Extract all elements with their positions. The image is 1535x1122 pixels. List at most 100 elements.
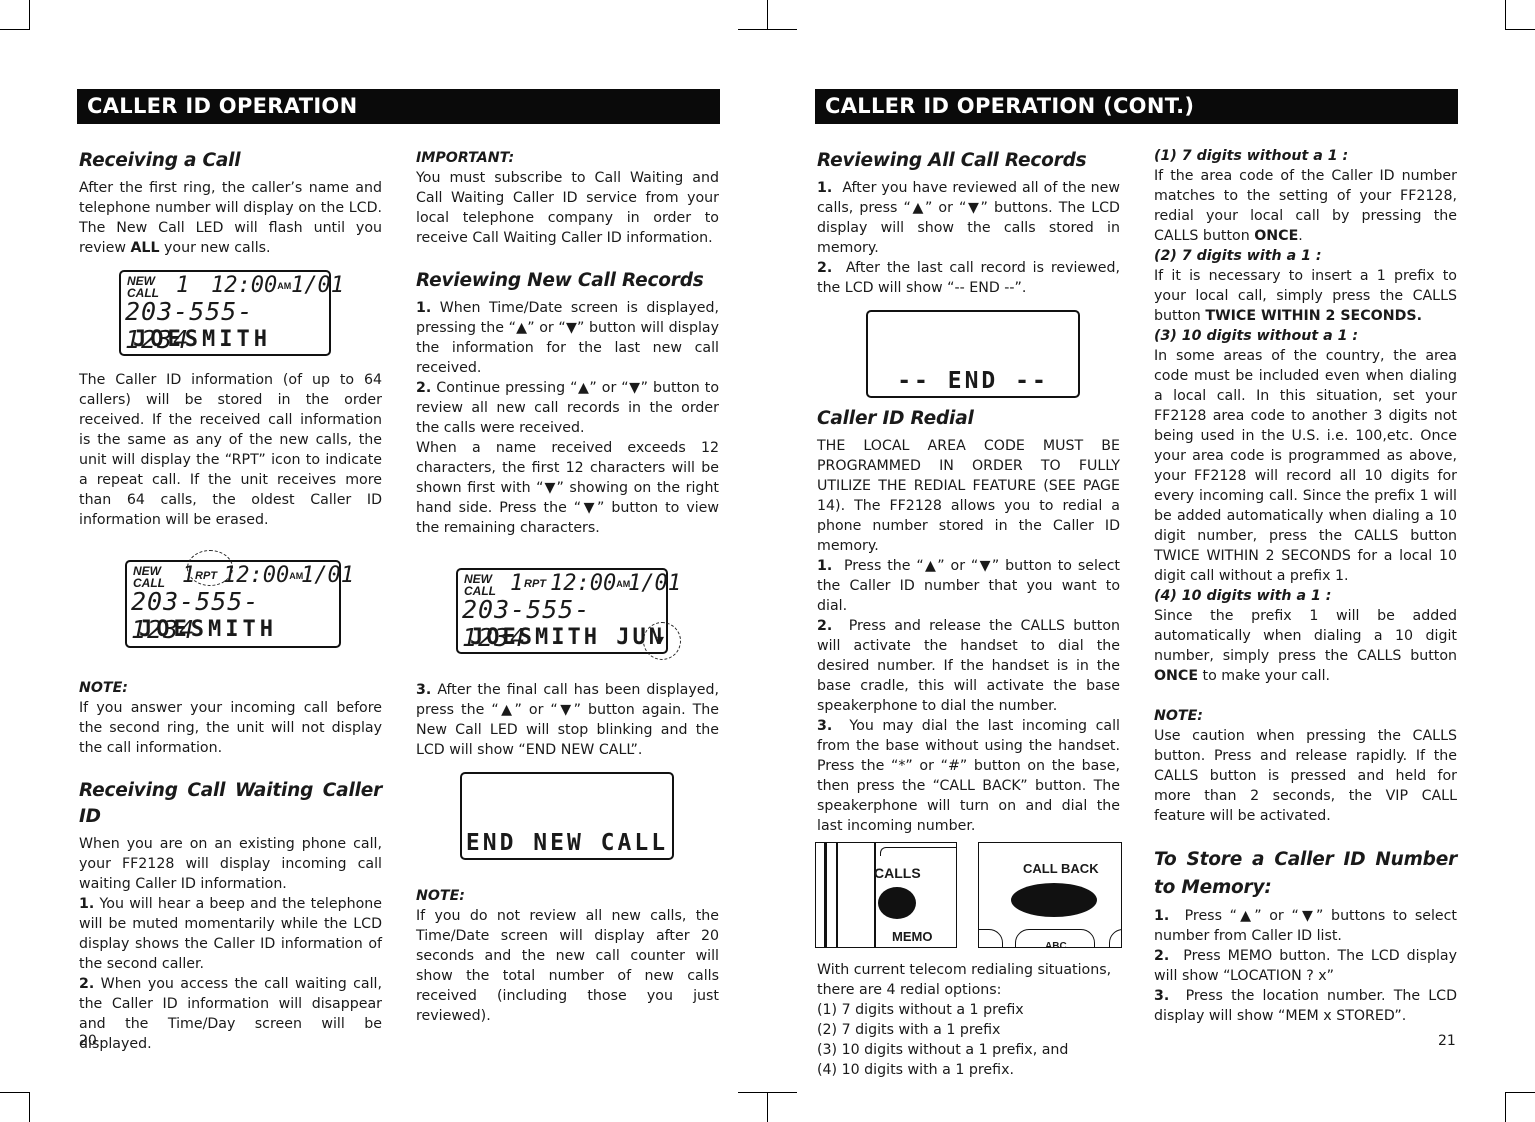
new-call-indicator: NEW CALL [133, 564, 165, 590]
heading-store-to-memory: To Store a Caller ID Number to Memory: [1154, 849, 1457, 898]
heading-receiving-call: Receiving a Call [79, 150, 241, 171]
call-count: 1 [176, 273, 190, 298]
note-label: NOTE: [1154, 708, 1203, 724]
step-number: 2. [79, 976, 95, 992]
crop-mark [738, 29, 797, 30]
redial-option: (2) 7 digits with a 1 prefix [817, 1022, 1001, 1038]
text: your new calls. [159, 240, 271, 256]
bold-text: ALL [130, 240, 160, 256]
note-label: NOTE: [416, 888, 465, 904]
calls-button-photo: CALLS MEMO [815, 842, 957, 948]
lcd-time: 12:00AM [550, 571, 631, 596]
call-back-button-icon [1011, 883, 1097, 917]
step: 1. Press “▲” or “▼” buttons to select nu… [1154, 908, 1457, 944]
option-label: (2) 7 digits with a 1 : [1154, 248, 1322, 264]
step: 2. Press and release the CALLS button wi… [817, 618, 1120, 714]
column-2: IMPORTANT: You must subscribe to Call Wa… [416, 148, 719, 1026]
lcd-caller-name: JOESMITH [133, 327, 271, 352]
lcd-display-end: -- END -- [866, 310, 1080, 398]
crop-mark [0, 29, 30, 30]
heading-call-waiting: Receiving Call Waiting Caller ID [79, 780, 382, 827]
option-label: (1) 7 digits without a 1 : [1154, 148, 1349, 164]
paragraph: After the first ring, the caller’s name … [79, 178, 382, 258]
lcd-time: 12:00AM [211, 273, 292, 298]
column-3: Reviewing All Call Records 1. After you … [815, 148, 1122, 1080]
step-number: 1. [79, 896, 95, 912]
step: 2. After the last call record is reviewe… [817, 260, 1120, 296]
crop-mark [0, 1092, 30, 1093]
heading-reviewing-all: Reviewing All Call Records [817, 150, 1087, 171]
paragraph: If it is necessary to insert a 1 prefix … [1154, 268, 1457, 324]
call-back-button-photo: CALL BACK ABC [978, 842, 1122, 948]
step: 1. Press the “▲” or “▼” button to select… [817, 558, 1120, 614]
abc-key-label: ABC [1045, 941, 1067, 948]
lcd-display-end-new-call: END NEW CALL [460, 772, 674, 860]
redial-option: (4) 10 digits with a 1 prefix. [817, 1062, 1014, 1078]
lcd-display-new-call: NEW CALL 1 12:00AM 1/01 203-555- 1234 JOE… [119, 270, 344, 356]
redial-option: (1) 7 digits without a 1 prefix [817, 1002, 1024, 1018]
crop-mark [767, 1092, 768, 1122]
note-text: Use caution when pressing the CALLS butt… [1154, 728, 1457, 824]
section-banner-right: CALLER ID OPERATION (CONT.) [815, 89, 1458, 124]
memo-label: MEMO [892, 929, 933, 944]
paragraph: The Caller ID information (of up to 64 c… [79, 372, 382, 528]
heading-caller-id-redial: Caller ID Redial [817, 408, 974, 429]
note-text: If you do not review all new calls, the … [416, 908, 719, 1024]
step-text: You will hear a beep and the telephone w… [79, 896, 382, 972]
option-label: (4) 10 digits with a 1 : [1154, 588, 1332, 604]
step: 1. You will hear a beep and the telephon… [79, 894, 382, 974]
option-label: (3) 10 digits without a 1 : [1154, 328, 1359, 344]
lcd-caller-name: JOESMITH JUN [470, 625, 665, 650]
lcd-time: 12:00AM [223, 563, 304, 588]
new-call-indicator: NEW CALL [464, 572, 496, 598]
call-count: 1 [510, 571, 524, 596]
note-text: If you answer your incoming call before … [79, 700, 382, 756]
rpt-icon: RPT [524, 578, 546, 590]
paragraph: In some areas of the country, the area c… [1154, 348, 1457, 584]
crop-mark [29, 0, 30, 30]
new-call-indicator: NEW CALL [127, 274, 159, 300]
paragraph: When a name received exceeds 12 characte… [416, 440, 719, 536]
redial-option: (3) 10 digits without a 1 prefix, and [817, 1042, 1069, 1058]
step: 2. Continue pressing “▲” or “▼” button t… [416, 380, 720, 436]
crop-mark [1505, 29, 1535, 30]
step: 2. Press MEMO button. The LCD display wi… [1154, 948, 1457, 984]
lcd-caller-name: JOESMITH [139, 617, 277, 642]
lcd-date: 1/01 [291, 273, 344, 298]
step: 3. After the final call has been display… [416, 682, 719, 758]
call-back-label: CALL BACK [1023, 861, 1099, 876]
step: 3. Press the location number. The LCD di… [1154, 988, 1457, 1024]
paragraph: THE LOCAL AREA CODE MUST BE PROGRAMMED I… [817, 438, 1120, 554]
lcd-message: END NEW CALL [465, 830, 669, 856]
paragraph: When you are on an existing phone call, … [79, 836, 382, 892]
arrow-highlight-circle [643, 622, 681, 660]
calls-label: CALLS [874, 865, 921, 881]
step: 1. After you have reviewed all of the ne… [817, 180, 1120, 256]
crop-mark [1505, 1092, 1506, 1122]
step: 1. When Time/Date screen is displayed, p… [416, 300, 719, 376]
lcd-display-repeat-call: NEW CALL 1 RPT 12:00AM 1/01 203-555- 1234… [125, 550, 354, 648]
paragraph: Since the prefix 1 will be added automat… [1154, 608, 1457, 684]
important-text: You must subscribe to Call Waiting and C… [416, 170, 719, 246]
crop-mark [738, 1092, 797, 1093]
step: 3. You may dial the last incoming call f… [817, 718, 1120, 834]
page-number-right: 21 [1438, 1033, 1456, 1049]
lcd-date: 1/01 [301, 563, 354, 588]
section-banner-left: CALLER ID OPERATION [77, 89, 720, 124]
step-text: When you access the call waiting call, t… [79, 976, 382, 1052]
crop-mark [1505, 0, 1506, 30]
crop-mark [29, 1092, 30, 1122]
crop-mark [1505, 1092, 1535, 1093]
page-number-left: 20 [79, 1033, 97, 1049]
note-label: NOTE: [79, 680, 128, 696]
heading-reviewing-new: Reviewing New Call Records [416, 270, 704, 291]
paragraph: With current telecom redialing situation… [817, 962, 1112, 998]
column-1: Receiving a Call After the first ring, t… [79, 148, 382, 1054]
lcd-date: 1/01 [628, 571, 681, 596]
lcd-message: -- END -- [897, 368, 1049, 394]
lcd-display-long-name: NEW CALL 1 RPT 12:00AM 1/01 203-555- 1234… [456, 568, 681, 660]
column-4: (1) 7 digits without a 1 : If the area c… [1154, 146, 1457, 1026]
paragraph: If the area code of the Caller ID number… [1154, 168, 1457, 244]
calls-button-icon [878, 887, 916, 919]
step: 2. When you access the call waiting call… [79, 974, 382, 1054]
